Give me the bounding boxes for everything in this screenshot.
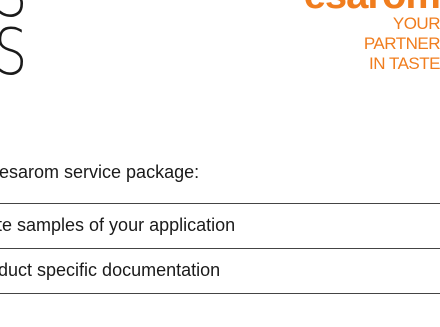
page: S S esarom YOUR PARTNER IN TASTE e esaro… [0, 0, 440, 327]
service-item-label: ste samples of your application [0, 215, 236, 235]
service-item-label: oduct specific documentation [0, 260, 221, 280]
list-item: ste samples of your application [0, 204, 440, 249]
list-item: oduct specific documentation [0, 249, 440, 294]
hero-heading: S S [0, 0, 60, 82]
service-package-intro: e esarom service package: [0, 162, 200, 182]
hero-line: S [0, 0, 60, 24]
tagline-line: IN TASTE [369, 54, 440, 73]
logo-wordmark: esarom [304, 0, 440, 12]
hero-line: S [0, 24, 60, 82]
tagline-line: PARTNER [363, 34, 440, 53]
logo-tagline: YOUR PARTNER IN TASTE [290, 14, 440, 74]
tagline-line: YOUR [392, 14, 440, 33]
service-list: ste samples of your application oduct sp… [0, 203, 440, 294]
esarom-logo[interactable]: esarom YOUR PARTNER IN TASTE [290, 0, 440, 93]
